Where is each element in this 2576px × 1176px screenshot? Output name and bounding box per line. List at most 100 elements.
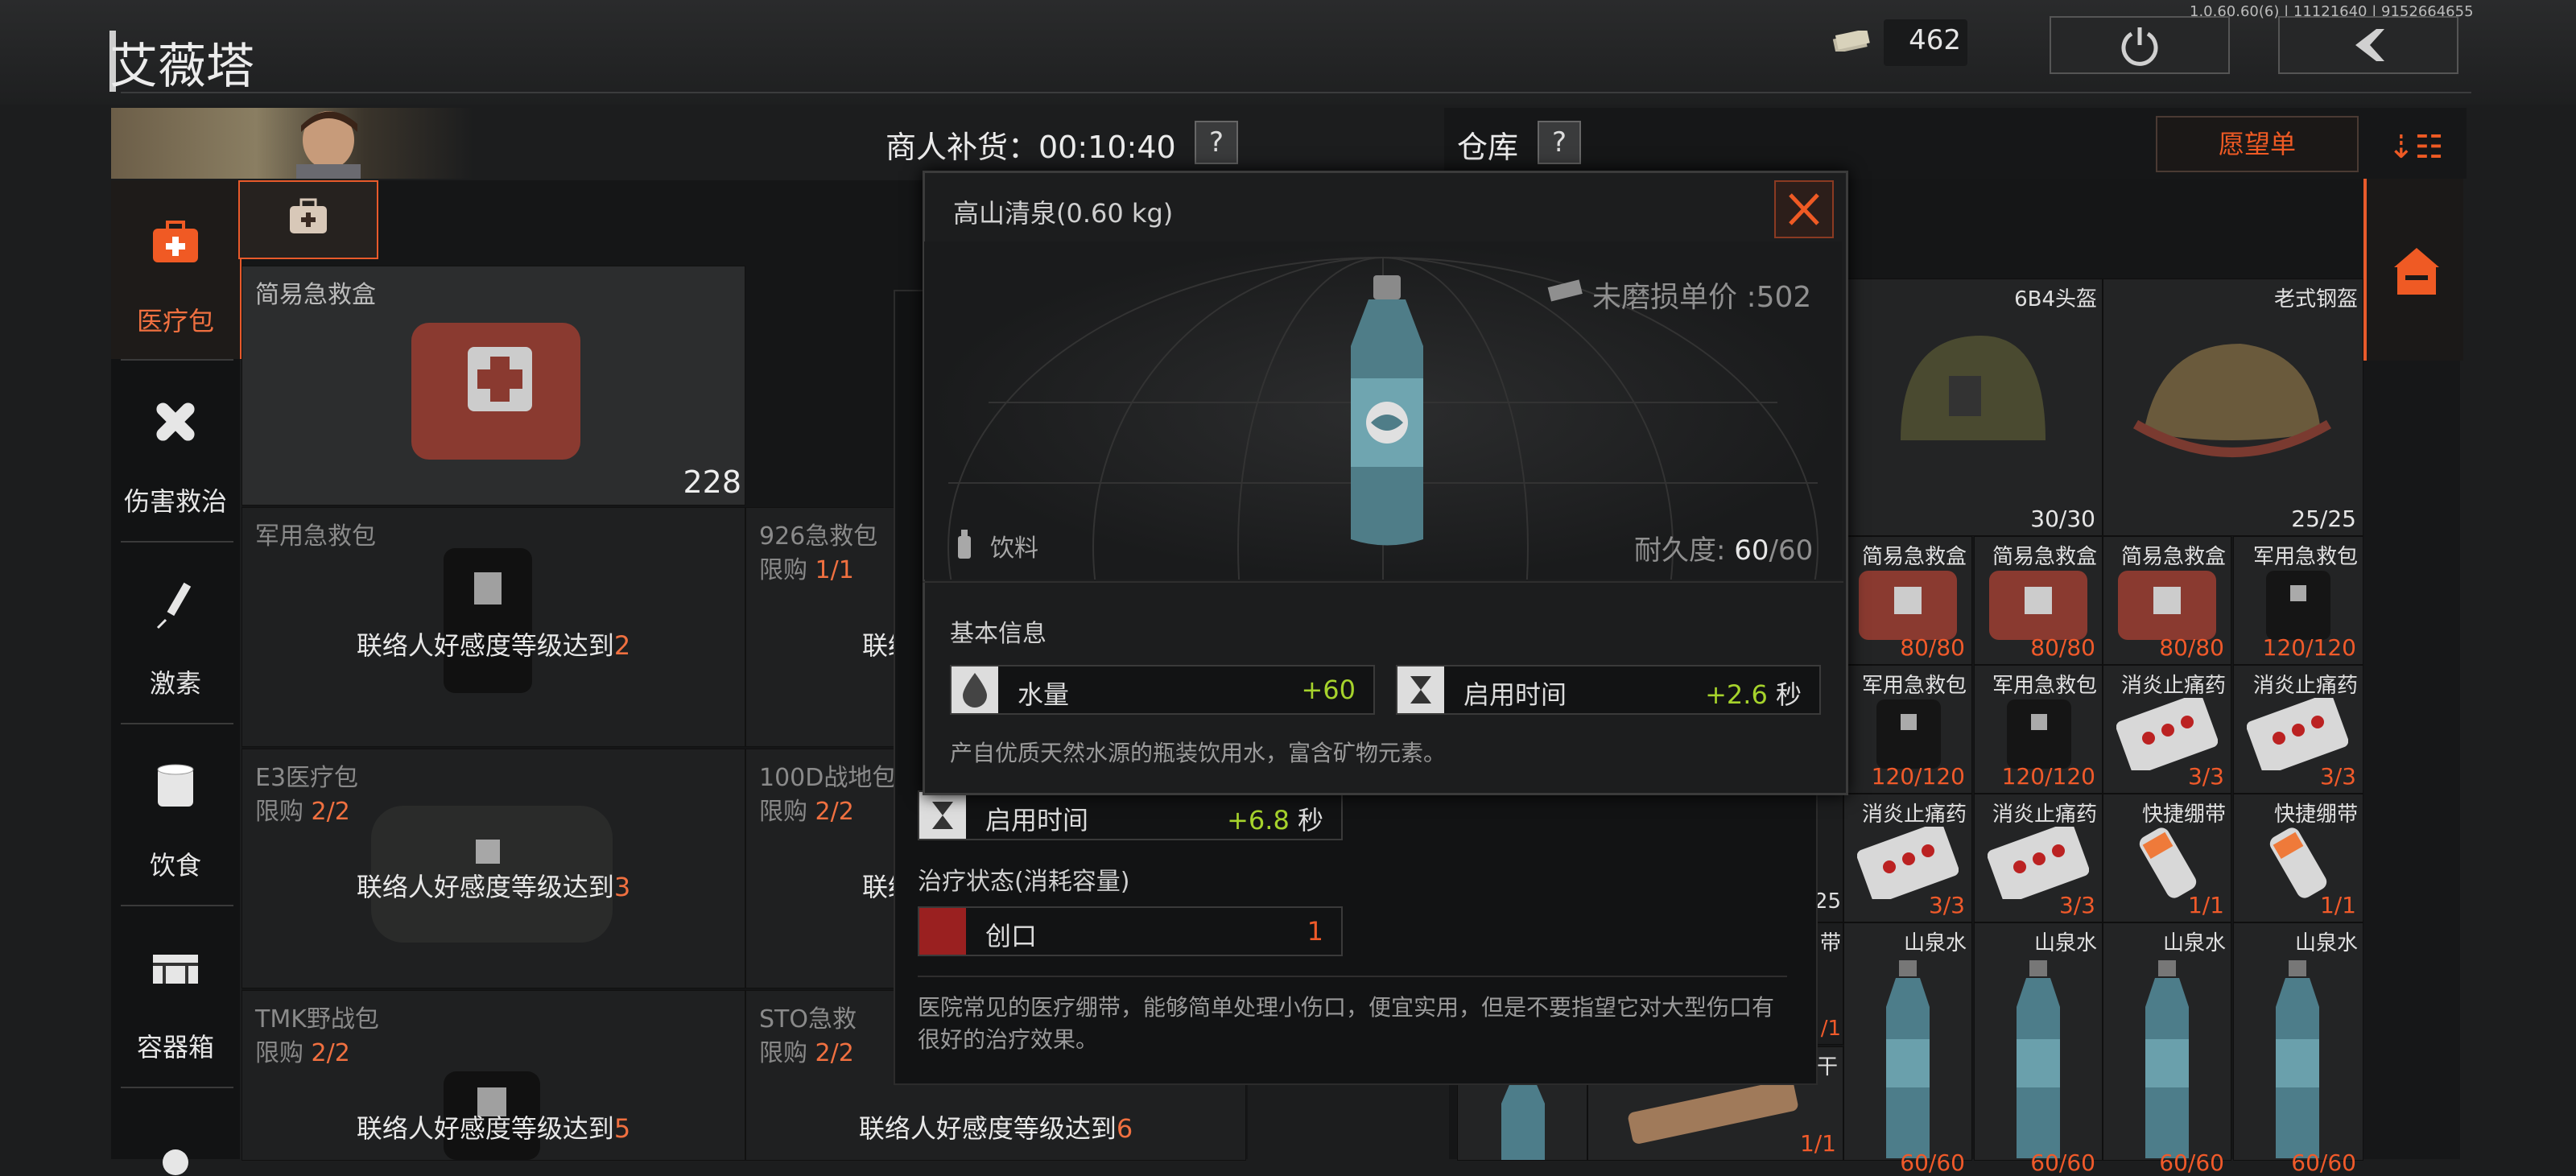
inventory-item-partial[interactable]: 带 /1	[1814, 922, 1843, 1045]
inventory-item[interactable]: 快捷绷带 1/1	[2233, 794, 2363, 922]
restock-help-button[interactable]: ?	[1195, 121, 1238, 164]
sidebar-label: 容器箱	[136, 1032, 214, 1063]
item-type: 饮料	[990, 534, 1038, 563]
item-count: 3/3	[2187, 763, 2224, 790]
quick-bandage-icon	[2269, 827, 2327, 898]
warehouse-label: 仓库	[1457, 130, 1519, 165]
inventory-item[interactable]: 简易急救盒 80/80	[1843, 536, 1972, 665]
money-amount: 462	[1909, 24, 1961, 56]
stat-label: 启用时间	[1463, 679, 1567, 710]
inventory-item[interactable]: 山泉水 60/60	[2103, 922, 2231, 1176]
inventory-item[interactable]: 山泉水 60/60	[2233, 922, 2363, 1176]
close-icon	[1789, 193, 1819, 225]
stat-use-time-bandage: 启用时间 +6.8 秒	[918, 790, 1343, 840]
inventory-item[interactable]: 军用急救包 120/120	[2233, 536, 2363, 665]
sidebar-item-injury[interactable]: 伤害救治	[111, 361, 240, 539]
pill-pack-icon	[2247, 698, 2348, 770]
inventory-item-old-helmet[interactable]: 老式钢盔 25/25	[2103, 279, 2363, 536]
stat-label: 启用时间	[985, 805, 1089, 836]
item-name: 军用急救包	[255, 522, 376, 551]
shop-item-tmk[interactable]: TMK野战包 限购 2/2 联络人好感度等级达到5	[242, 990, 745, 1161]
item-name: 100D战地包	[759, 764, 897, 792]
shop-item-simple-firstaid[interactable]: 简易急救盒 228	[242, 266, 745, 505]
inventory-item[interactable]: 简易急救盒 80/80	[1974, 536, 2103, 665]
unlock-requirement: 联络人好感度等级达到5	[356, 1113, 631, 1144]
sort-icon[interactable]: ⇣☷	[2388, 129, 2443, 166]
item-name: 军用急救包	[1992, 674, 2097, 698]
inventory-item[interactable]: 消炎止痛药 3/3	[2233, 665, 2363, 794]
inventory-item[interactable]: 军用急救包 120/120	[1974, 665, 2103, 794]
stat-use-time: 启用时间 +2.6 秒	[1396, 665, 1821, 715]
inventory-item[interactable]: 消炎止痛药 3/3	[1843, 794, 1972, 922]
inventory-item[interactable]: 军用急救包 120/120	[1843, 665, 1972, 794]
inventory-item[interactable]: 山泉水 60/60	[1843, 922, 1972, 1176]
tab-medkit[interactable]	[238, 180, 378, 259]
purchase-limit: 限购 1/1	[759, 556, 854, 584]
item-name: E3医疗包	[255, 764, 359, 792]
power-button[interactable]	[2050, 16, 2230, 74]
sidebar-item-food[interactable]: 饮食	[111, 724, 240, 903]
stat-value: +60	[1301, 675, 1356, 705]
restock-timer: 商人补货：00:10:40	[886, 130, 1176, 165]
item-count: 25	[1814, 889, 1841, 914]
ration-bar-icon	[1628, 1079, 1798, 1144]
pill-pack-icon	[1857, 827, 1959, 899]
item-count: 60/60	[2159, 1149, 2224, 1176]
stat-value: +2.6 秒	[1705, 679, 1802, 710]
inventory-item[interactable]: 简易急救盒 80/80	[2103, 536, 2231, 665]
item-count: /1	[1820, 1017, 1841, 1041]
warehouse-help-button[interactable]: ?	[1538, 121, 1581, 164]
inventory-item[interactable]: 山泉水 60/60	[1974, 922, 2103, 1176]
item-count: 120/120	[1871, 763, 1965, 790]
helmet-icon	[2132, 344, 2332, 457]
stat-value: +6.8 秒	[1227, 805, 1323, 836]
syringe-icon	[156, 582, 192, 629]
stat-wound: 创口 1	[918, 906, 1343, 956]
inventory-item[interactable]: 消炎止痛药 3/3	[1974, 794, 2103, 922]
item-count: 30/30	[2030, 505, 2095, 532]
sidebar-item-medkit[interactable]: 医疗包	[111, 180, 243, 359]
item-description: 产自优质天然水源的瓶装饮用水，富含矿物元素。	[950, 740, 1447, 766]
inventory-item-partial[interactable]: 25	[1814, 794, 1843, 922]
item-title: 高山清泉(0.60 kg)	[953, 198, 1174, 229]
item-name: 简易急救盒	[255, 281, 376, 309]
back-button[interactable]	[2278, 16, 2458, 74]
red-medkit-icon	[1989, 571, 2087, 640]
hourglass-icon	[919, 792, 966, 839]
item-name: 消炎止痛药	[2252, 674, 2358, 698]
item-count: 60/60	[2291, 1149, 2356, 1176]
sidebar-label: 饮食	[149, 850, 201, 881]
purchase-limit: 限购 2/2	[759, 1039, 854, 1067]
unlock-requirement: 联络人好感度等级达到3	[356, 872, 631, 902]
home-button[interactable]	[2363, 179, 2463, 361]
hourglass-icon	[1397, 666, 1444, 713]
water-bottle-icon	[1351, 275, 1423, 546]
stat-water: 水量 +60	[950, 665, 1375, 715]
item-name: 山泉水	[2162, 931, 2226, 955]
sidebar-label: 激素	[149, 668, 201, 699]
close-button[interactable]	[1774, 180, 1834, 238]
sidebar-item-hormone[interactable]: 激素	[111, 543, 240, 721]
page-title: 艾薇塔	[109, 39, 254, 95]
item-name: 军用急救包	[1861, 674, 1967, 698]
item-count: 120/120	[2001, 763, 2095, 790]
inventory-item[interactable]: 快捷绷带 1/1	[2103, 794, 2231, 922]
water-bottle-icon	[1886, 960, 1930, 1158]
item-name: 快捷绷带	[2273, 803, 2358, 827]
item-name: STO急救	[759, 1005, 857, 1034]
wound-icon	[919, 908, 966, 955]
title-divider	[121, 92, 2471, 93]
sidebar-item-container[interactable]: 容器箱	[111, 906, 240, 1085]
shop-item-military-firstaid[interactable]: 军用急救包 联络人好感度等级达到2	[242, 507, 745, 747]
item-name: 军用急救包	[2252, 545, 2358, 569]
divider	[923, 581, 1843, 583]
stat-label: 创口	[985, 921, 1038, 951]
sidebar-item-more[interactable]	[111, 1088, 240, 1175]
red-medkit-icon	[1859, 571, 1957, 640]
inventory-item-helmet-6b4[interactable]: 6B4头盔 30/30	[1843, 279, 2103, 536]
bandage-description: 医院常见的医疗绷带，能够简单处理小伤口，便宜实用，但是不要指望它对大型伤口有很好…	[918, 994, 1775, 1053]
inventory-item[interactable]: 消炎止痛药 3/3	[2103, 665, 2231, 794]
wishlist-button[interactable]: 愿望单	[2156, 116, 2359, 172]
shop-item-e3[interactable]: E3医疗包 限购 2/2 联络人好感度等级达到3	[242, 749, 745, 988]
item-count: 1/1	[2187, 892, 2224, 918]
